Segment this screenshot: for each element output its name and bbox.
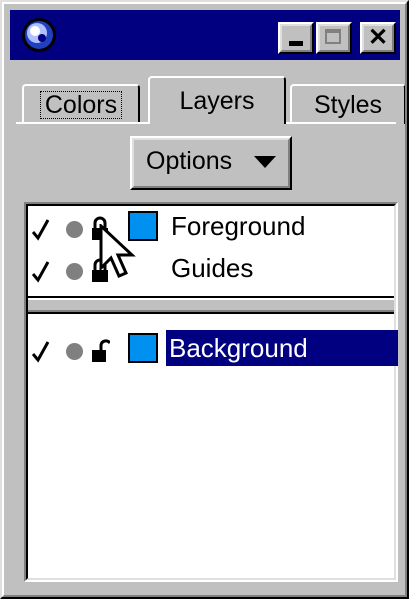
layer-row[interactable]: Guides <box>32 250 394 290</box>
layer-row[interactable]: Foreground <box>32 208 394 248</box>
tab-styles[interactable]: Styles <box>290 84 406 124</box>
maximize-icon <box>325 29 341 44</box>
dropdown-arrow-icon <box>254 156 276 168</box>
options-label: Options <box>146 147 233 175</box>
app-logo-icon[interactable] <box>20 16 58 54</box>
layer-section-divider[interactable] <box>28 296 394 314</box>
tab-label: Colors <box>39 91 123 119</box>
layer-dot-icon[interactable] <box>66 343 83 360</box>
visibility-check-icon[interactable] <box>32 208 50 248</box>
layer-dot-icon[interactable] <box>66 263 83 280</box>
title-bar[interactable]: ✕ <box>10 10 400 60</box>
layer-name[interactable]: Background <box>166 330 398 366</box>
tab-label: Styles <box>313 91 383 119</box>
minimize-button[interactable] <box>278 22 314 54</box>
mouse-cursor-icon <box>99 224 136 278</box>
layer-row[interactable]: Background <box>32 330 398 370</box>
close-button[interactable]: ✕ <box>360 22 396 54</box>
lock-open-icon[interactable] <box>90 338 110 364</box>
layer-color-swatch[interactable] <box>128 333 158 363</box>
visibility-check-icon[interactable] <box>32 250 50 290</box>
layers-list[interactable]: Foreground Guides Background <box>24 202 398 582</box>
layer-name[interactable]: Guides <box>168 250 256 286</box>
tab-colors[interactable]: Colors <box>22 84 140 124</box>
minimize-icon <box>289 41 303 46</box>
layer-name[interactable]: Foreground <box>168 208 308 244</box>
layers-panel-window: ✕ Colors Layers Styles Options Foregroun… <box>0 0 409 599</box>
tab-bar: Colors Layers Styles <box>16 76 406 124</box>
close-icon: ✕ <box>367 24 389 51</box>
tab-layers[interactable]: Layers <box>148 76 286 124</box>
options-button[interactable]: Options <box>130 136 292 190</box>
maximize-button[interactable] <box>316 22 352 54</box>
tab-label: Layers <box>179 87 255 115</box>
visibility-check-icon[interactable] <box>32 330 50 370</box>
layer-dot-icon[interactable] <box>66 221 83 238</box>
